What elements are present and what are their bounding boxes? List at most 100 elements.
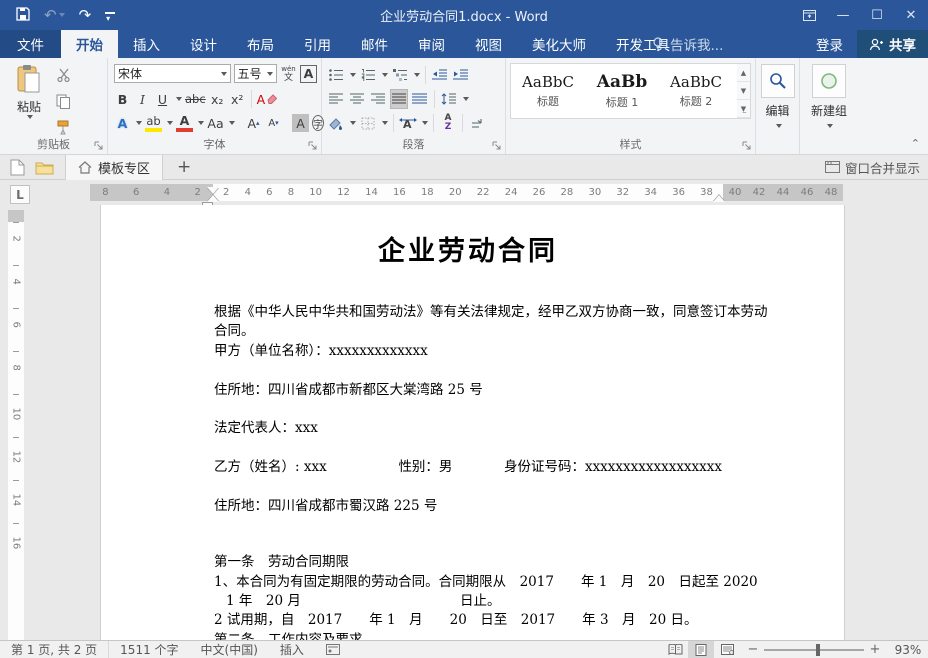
bullets-button[interactable] [327,65,345,85]
word-count[interactable]: 1511 个字 [109,641,189,658]
styles-scroll-up-icon[interactable]: ▲ [737,64,750,82]
zoom-out-button[interactable]: − [744,642,762,657]
italic-button[interactable]: I [134,90,151,108]
share-button[interactable]: 共享 [857,30,928,58]
character-border-button[interactable]: A [300,65,317,83]
superscript-button[interactable]: x² [229,90,246,108]
line-spacing-button[interactable] [440,89,458,109]
maximize-button[interactable]: ☐ [860,0,894,30]
new-group-button[interactable] [812,64,846,98]
clear-formatting-button[interactable]: A [257,90,278,108]
multilevel-list-button[interactable] [391,65,409,85]
ribbon-tab[interactable]: 文件 [0,30,61,58]
style-item[interactable]: AaBbC 标题 [511,64,585,118]
document-page[interactable]: 企业劳动合同 根据《中华人民中华共和国劳动法》等有关法律规定，经甲乙双方协商一致… [100,205,845,640]
zoom-slider[interactable] [764,649,864,651]
justify-button[interactable] [390,89,408,109]
phonetic-guide-button[interactable]: wén文 [280,65,297,83]
merge-windows-toggle[interactable]: 窗口合并显示 [825,158,920,177]
save-icon[interactable] [16,7,30,24]
clipboard-dialog-launcher-icon[interactable] [94,141,104,151]
style-item[interactable]: AaBb 标题 1 [585,64,659,118]
ribbon-tab[interactable]: 引用 [289,30,346,58]
style-item[interactable]: AaBbC 标题 2 [659,64,733,118]
open-folder-button[interactable] [35,160,55,175]
ribbon-tab[interactable]: 邮件 [346,30,403,58]
collapse-ribbon-icon[interactable]: ⌃ [911,137,920,150]
redo-icon[interactable]: ↷ [79,8,92,23]
borders-button[interactable] [359,113,377,133]
first-line-indent-marker[interactable] [207,187,219,194]
right-indent-marker[interactable] [713,195,725,202]
copy-button[interactable] [56,92,78,110]
format-painter-button[interactable] [56,118,78,136]
align-center-button[interactable] [348,89,366,109]
text-effects-button[interactable]: A [114,114,131,132]
align-left-button[interactable] [327,89,345,109]
new-group-dropdown-icon[interactable] [827,124,833,128]
add-tab-button[interactable]: + [169,157,199,177]
page-indicator[interactable]: 第 1 页, 共 2 页 [0,641,109,658]
macro-record-icon[interactable] [315,644,351,655]
print-layout-button[interactable] [688,641,714,658]
numbering-button[interactable] [359,65,377,85]
zoom-percentage[interactable]: 93% [888,643,928,657]
decrease-indent-button[interactable] [431,65,449,85]
cut-button[interactable] [56,66,78,84]
increase-indent-button[interactable] [452,65,470,85]
shrink-font-button[interactable]: A [265,114,282,132]
language-indicator[interactable]: 中文(中国) [190,641,269,658]
highlight-color-button[interactable]: ab [145,114,162,132]
styles-scroll-down-icon[interactable]: ▼ [737,82,750,100]
show-hide-marks-button[interactable] [468,113,486,133]
font-dialog-launcher-icon[interactable] [308,141,318,151]
distributed-button[interactable] [411,89,429,109]
subscript-button[interactable]: x₂ [209,90,226,108]
change-case-button[interactable]: Aa [207,114,224,132]
read-mode-button[interactable] [662,641,688,658]
font-color-button[interactable]: A [176,114,193,132]
ribbon-tab[interactable]: 设计 [175,30,232,58]
ribbon-tab[interactable]: 审阅 [403,30,460,58]
login-button[interactable]: 登录 [802,34,857,54]
document-area: 246810121416 企业劳动合同 根据《中华人民中华共和国劳动法》等有关法… [0,205,928,640]
insert-mode-indicator[interactable]: 插入 [269,641,315,658]
hanging-indent-marker[interactable] [207,195,219,202]
paragraph-dialog-launcher-icon[interactable] [492,141,502,151]
grow-font-button[interactable]: A [245,114,262,132]
ribbon-tab[interactable]: 布局 [232,30,289,58]
undo-icon[interactable]: ↶ [44,8,65,23]
styles-dialog-launcher-icon[interactable] [742,141,752,151]
ribbon-tab[interactable]: 美化大师 [517,30,601,58]
web-layout-button[interactable] [714,641,740,658]
sort-button[interactable]: AZ [439,113,457,133]
font-size-combo[interactable]: 五号 [234,64,278,83]
strikethrough-button[interactable]: abc [185,90,206,108]
tab-template-zone[interactable]: 模板专区 [65,155,163,180]
horizontal-ruler[interactable]: 8642 2468101214161820222426283032343638 … [90,184,843,201]
close-button[interactable]: ✕ [894,0,928,30]
align-right-button[interactable] [369,89,387,109]
ribbon-tab[interactable]: 视图 [460,30,517,58]
editing-button[interactable] [761,64,795,98]
character-scaling-button[interactable]: A [399,113,417,133]
vertical-ruler[interactable]: 246810121416 [8,210,24,640]
tell-me-box[interactable]: 告诉我... [652,30,723,58]
ribbon-tab[interactable]: 插入 [118,30,175,58]
zoom-slider-thumb[interactable] [816,644,820,656]
editing-dropdown-icon[interactable] [776,124,782,128]
styles-more-icon[interactable]: ▼̲ [737,100,750,118]
underline-button[interactable]: U [154,90,171,108]
ribbon-tab[interactable]: 开始 [61,30,118,58]
shading-button[interactable] [327,113,345,133]
ribbon-display-options-icon[interactable] [792,0,826,30]
customize-quick-access-icon[interactable] [105,12,115,14]
bold-button[interactable]: B [114,90,131,108]
font-name-combo[interactable]: 宋体 [114,64,231,83]
minimize-button[interactable]: — [826,0,860,30]
tab-stop-selector[interactable]: L [10,185,30,204]
character-shading-button[interactable]: A [292,114,309,132]
zoom-in-button[interactable]: + [866,642,884,657]
new-document-button[interactable] [10,159,25,176]
paste-button[interactable]: 粘贴 [8,64,50,138]
